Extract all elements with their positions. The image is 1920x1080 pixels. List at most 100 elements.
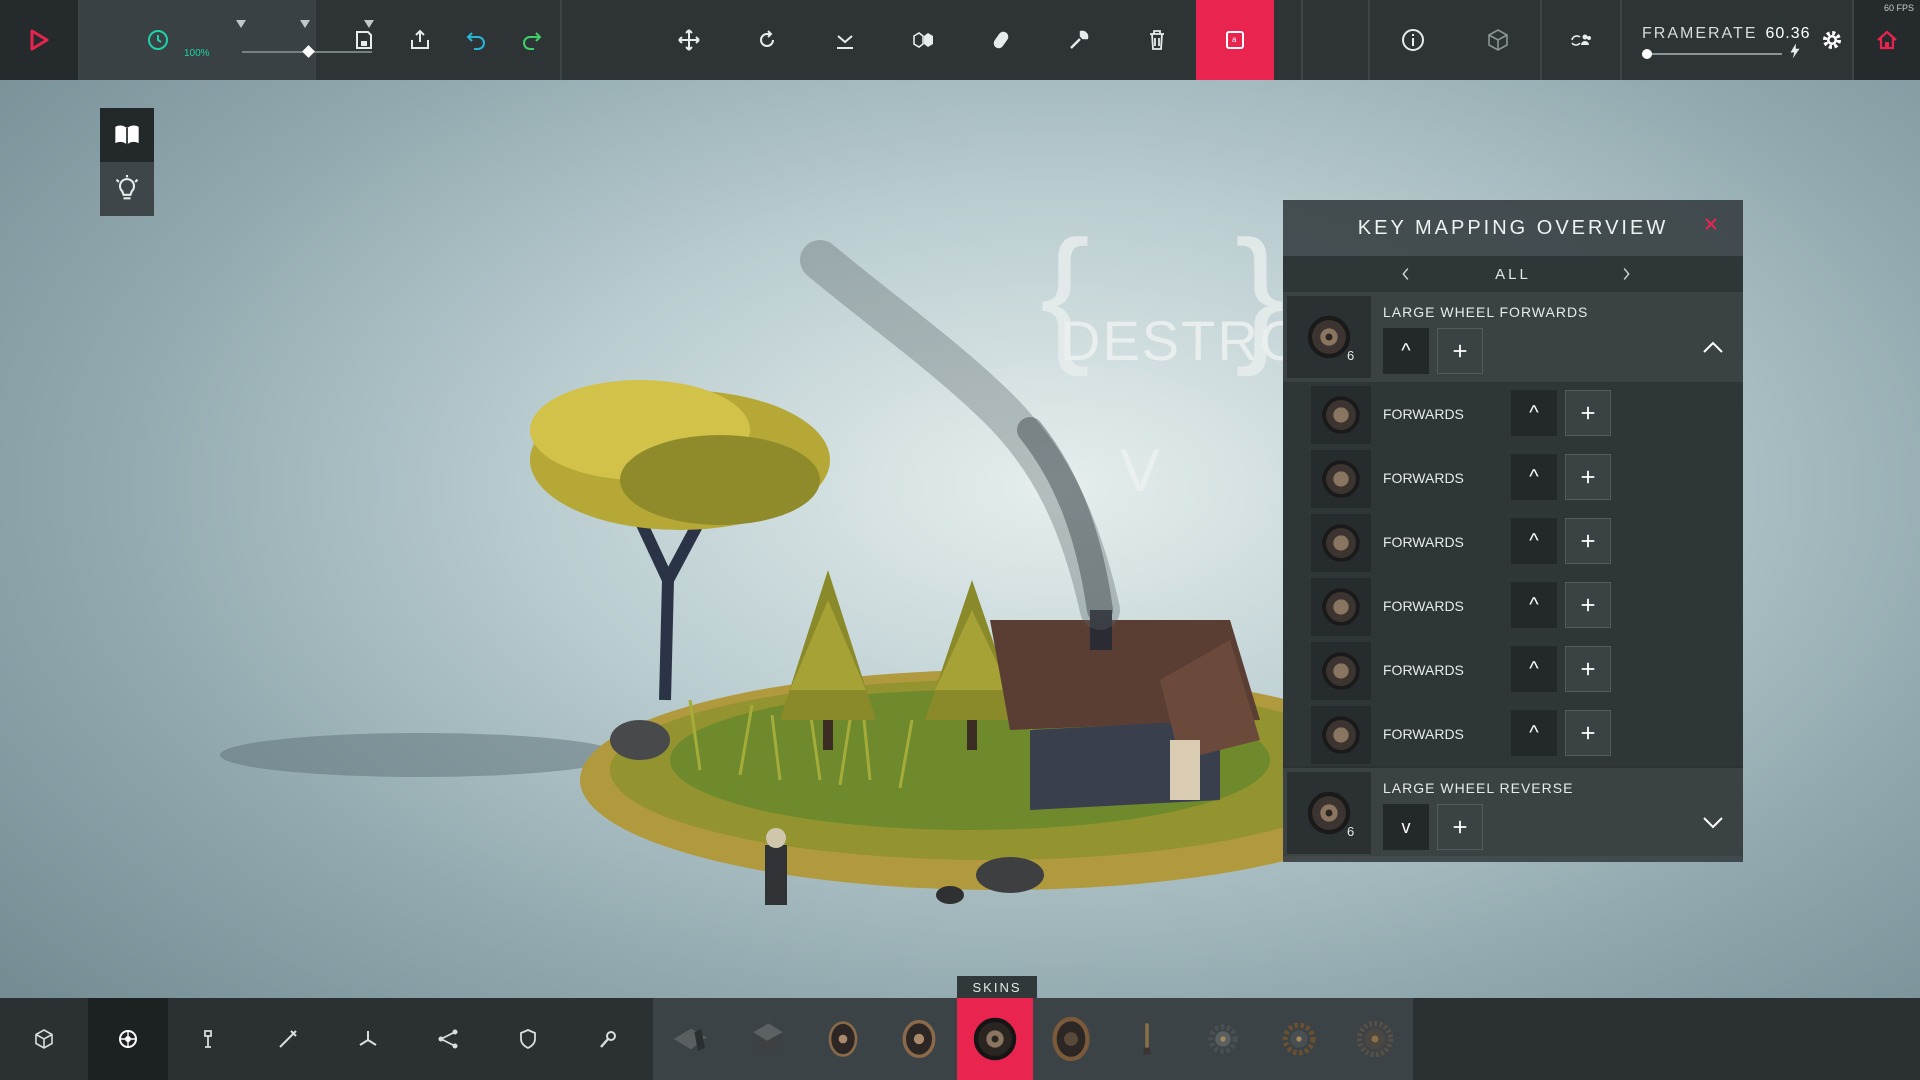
tools-section: a xyxy=(562,0,1303,80)
tweak-tool-button[interactable] xyxy=(1040,0,1118,80)
block-suspension[interactable] xyxy=(1109,998,1185,1080)
row-label: FORWARDS xyxy=(1383,726,1464,742)
wheel-thumbnail xyxy=(1311,450,1371,508)
add-key-button[interactable] xyxy=(1437,328,1483,374)
multiplayer-button[interactable] xyxy=(1542,0,1620,80)
expand-chevron-down-icon[interactable] xyxy=(1701,816,1725,830)
key-mapper-icon: a xyxy=(1226,31,1245,49)
add-key-button[interactable] xyxy=(1565,518,1611,564)
key-binding-button[interactable]: ^ xyxy=(1511,390,1557,436)
add-key-button[interactable] xyxy=(1565,454,1611,500)
time-scale-button[interactable] xyxy=(120,0,196,80)
add-key-button[interactable] xyxy=(1565,582,1611,628)
key-mapper-tool-button[interactable]: a xyxy=(1196,0,1275,80)
redo-icon xyxy=(523,32,542,50)
row-label: FORWARDS xyxy=(1383,406,1464,422)
wrench-icon xyxy=(1070,30,1089,49)
key-binding-button[interactable]: ^ xyxy=(1511,646,1557,692)
key-binding-button[interactable]: v xyxy=(1383,804,1429,850)
large-wheel-icon xyxy=(1322,716,1360,754)
block-cog[interactable] xyxy=(1185,998,1261,1080)
category-wheels[interactable] xyxy=(88,998,168,1080)
category-joints[interactable] xyxy=(408,998,488,1080)
large-wheel-thumbnail xyxy=(1287,772,1371,854)
key-binding-label: ^ xyxy=(1529,721,1539,744)
key-binding-button[interactable]: ^ xyxy=(1511,518,1557,564)
redo-button[interactable] xyxy=(504,0,560,80)
mirror-tool-button[interactable] xyxy=(884,0,962,80)
add-key-button[interactable] xyxy=(1437,804,1483,850)
settings-button[interactable] xyxy=(1802,0,1862,80)
collapse-chevron-up-icon[interactable] xyxy=(1701,340,1725,354)
block-large-wheel[interactable] xyxy=(957,998,1033,1080)
multiplayer-icon xyxy=(1571,34,1591,46)
move-tool-button[interactable] xyxy=(650,0,728,80)
undo-button[interactable] xyxy=(448,0,504,80)
key-mapping-title: KEY MAPPING OVERVIEW xyxy=(1357,216,1669,239)
block-small-wheel[interactable] xyxy=(805,998,881,1080)
key-binding-button[interactable]: ^ xyxy=(1511,710,1557,756)
time-scale-section: 100% xyxy=(80,0,374,80)
row-label: FORWARDS xyxy=(1383,470,1464,486)
joint-icon xyxy=(438,1029,458,1049)
physics-button[interactable] xyxy=(1455,0,1540,80)
plus-icon xyxy=(1581,534,1595,548)
key-binding-button[interactable]: ^ xyxy=(1383,328,1429,374)
chevron-right-icon[interactable] xyxy=(1617,265,1635,283)
add-key-button[interactable] xyxy=(1565,710,1611,756)
block-gear[interactable] xyxy=(1337,998,1413,1080)
destroy-bracket-right: } xyxy=(1235,209,1285,377)
block-steering-block[interactable] xyxy=(729,998,805,1080)
block-steering-hinge[interactable] xyxy=(653,998,729,1080)
keymap-row: FORWARDS ^ xyxy=(1283,638,1743,702)
framerate-knob[interactable] xyxy=(1642,49,1652,59)
delete-tool-button[interactable] xyxy=(1118,0,1196,80)
category-mechanical[interactable] xyxy=(168,998,248,1080)
suspension-icon xyxy=(1143,1023,1151,1055)
plus-icon xyxy=(1453,820,1467,834)
save-button[interactable] xyxy=(336,0,392,80)
block-wheel[interactable] xyxy=(881,998,957,1080)
key-binding-label: ^ xyxy=(1529,593,1539,616)
piston-icon xyxy=(204,1030,212,1048)
row-label: FORWARDS xyxy=(1383,598,1464,614)
chevron-left-icon[interactable] xyxy=(1397,265,1415,283)
category-flight[interactable] xyxy=(328,998,408,1080)
keymap-row: FORWARDS ^ xyxy=(1283,574,1743,638)
key-binding-label: ^ xyxy=(1529,657,1539,680)
add-key-button[interactable] xyxy=(1565,646,1611,692)
time-scale-knob[interactable] xyxy=(302,45,315,58)
category-armour[interactable] xyxy=(488,998,568,1080)
info-button[interactable] xyxy=(1370,0,1455,80)
extend-tool-button[interactable] xyxy=(806,0,884,80)
framerate-slider[interactable] xyxy=(1642,49,1782,59)
close-icon[interactable] xyxy=(1701,214,1721,234)
category-basic[interactable] xyxy=(0,998,88,1080)
cube-icon xyxy=(1487,29,1508,51)
book-button[interactable] xyxy=(100,108,154,162)
block-toolbar xyxy=(0,998,1920,1080)
play-button[interactable] xyxy=(0,0,78,80)
plus-icon xyxy=(1581,726,1595,740)
block-unpowered-wheel[interactable] xyxy=(1033,998,1109,1080)
large-cog-icon xyxy=(1282,1022,1316,1056)
category-utility[interactable] xyxy=(568,998,648,1080)
keymap-row: FORWARDS ^ xyxy=(1283,510,1743,574)
extend-icon xyxy=(837,35,854,49)
add-key-button[interactable] xyxy=(1565,390,1611,436)
key-binding-button[interactable]: ^ xyxy=(1511,582,1557,628)
bind-tool-button[interactable] xyxy=(962,0,1040,80)
block-large-cog[interactable] xyxy=(1261,998,1337,1080)
key-binding-button[interactable]: ^ xyxy=(1511,454,1557,500)
group-name: LARGE WHEEL REVERSE xyxy=(1383,780,1574,796)
keymap-row: FORWARDS ^ xyxy=(1283,446,1743,510)
skins-tab[interactable]: SKINS xyxy=(957,976,1037,998)
large-wheel-thumbnail xyxy=(1287,296,1371,378)
category-weapons[interactable] xyxy=(248,998,328,1080)
wheel-thumbnail xyxy=(1311,386,1371,444)
key-mapping-filter: ALL xyxy=(1283,256,1743,292)
load-button[interactable] xyxy=(392,0,448,80)
rotate-tool-button[interactable] xyxy=(728,0,806,80)
lightbulb-button[interactable] xyxy=(100,162,154,216)
lightbulb-icon xyxy=(115,175,139,200)
